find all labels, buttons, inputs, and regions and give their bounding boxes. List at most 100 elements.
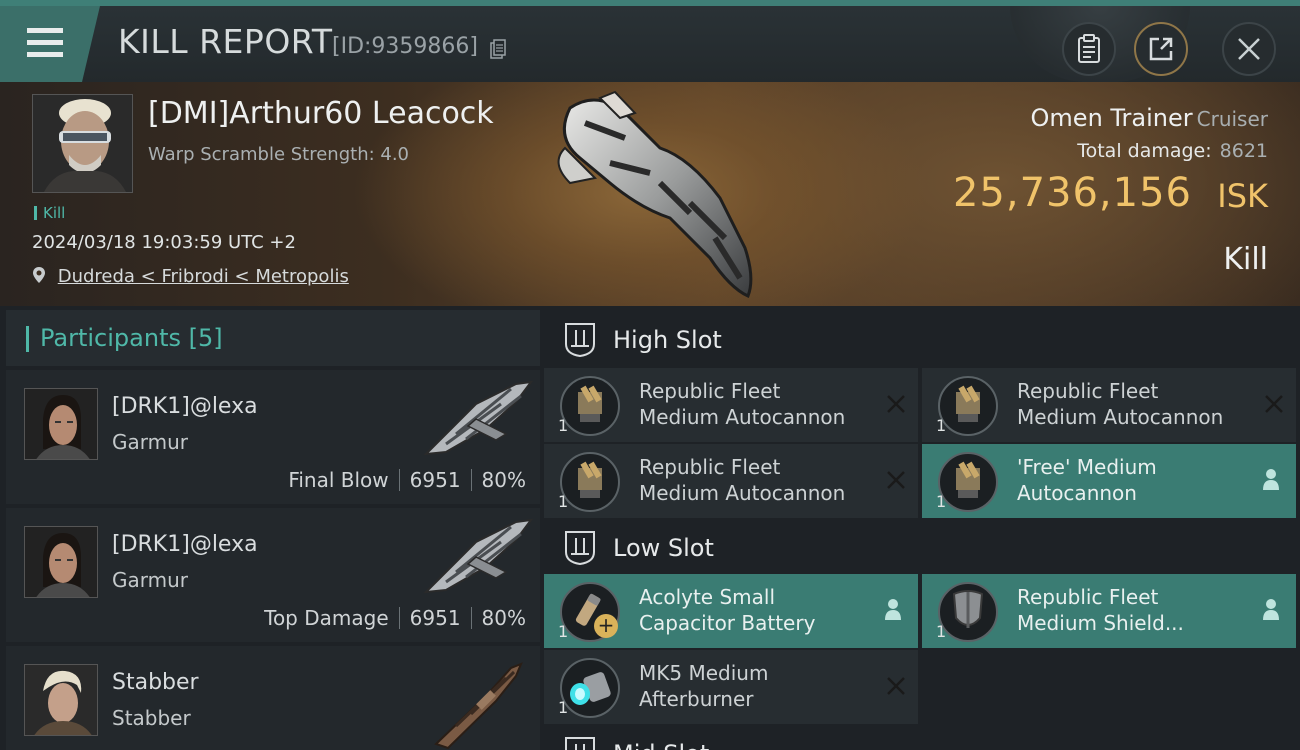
close-button[interactable] [1222,22,1276,76]
participant-row[interactable]: [DRK1]@lexa Garmur Top Damage 6951 80% [6,508,540,642]
module-tile[interactable]: 1 MK5 Medium Afterburner [544,650,918,724]
close-icon [1238,38,1260,60]
low-slot-icon [565,531,595,566]
participant-damage: 6951 [409,606,461,630]
report-button[interactable] [1062,22,1116,76]
dropped-person-icon [885,599,901,620]
participants-title: Participants [5] [40,324,223,352]
header-bar: KILL REPORT [ID:9359866] [0,0,1300,82]
destroyed-x-icon [887,395,905,413]
kill-type-tag: Kill [34,204,65,222]
module-name: Acolyte Small Capacitor Battery [639,585,816,635]
participant-percent: 80% [481,606,526,630]
copy-icon[interactable] [490,39,506,59]
clipboard-icon [1078,34,1100,63]
autocannon-icon [938,452,998,512]
high-slot-title: High Slot [613,326,722,354]
share-icon [1149,37,1173,61]
kill-id: [ID:9359866] [332,34,478,59]
total-damage-value: 8621 [1219,140,1268,162]
module-quantity: 1 [558,416,569,435]
module-name: Republic Fleet Medium Shield... [1017,585,1184,635]
participant-row[interactable]: Stabber Stabber [6,646,540,750]
participant-damage: 6951 [409,468,461,492]
autocannon-icon [560,452,620,512]
module-quantity: 1 [936,622,947,641]
module-name: MK5 Medium Afterburner [639,661,769,711]
dropped-person-icon [1263,469,1279,490]
participant-ship-image [423,380,534,456]
victim-name[interactable]: [DMI]Arthur60 Leacock [148,96,494,131]
victim-portrait[interactable] [32,94,133,193]
kill-result: Kill [1223,242,1268,277]
participant-percent: 80% [481,468,526,492]
participants-header: Participants [5] [6,310,540,366]
isk-unit: ISK [1217,177,1268,215]
participants-label: Participants [40,324,181,352]
participant-ship: Garmur [112,430,189,454]
module-name: 'Free' Medium Autocannon [1017,455,1157,505]
participant-avatar [24,526,98,598]
victim-ship[interactable]: Omen Trainer Cruiser [1031,104,1268,132]
participant-role: Top Damage [264,606,389,630]
participant-ship: Garmur [112,568,189,592]
participant-name: Stabber [112,670,199,695]
participant-role: Final Blow [288,468,389,492]
participant-row[interactable]: [DRK1]@lexa Garmur Final Blow 6951 80% [6,370,540,504]
module-tile[interactable]: 1 'Free' Medium Autocannon [922,444,1296,518]
menu-button[interactable] [0,6,100,82]
participant-name: [DRK1]@lexa [112,394,258,419]
module-quantity: 1 [936,416,947,435]
module-name: Republic Fleet Medium Autocannon [1017,379,1224,429]
victim-ship-name: Omen Trainer [1030,104,1193,132]
kill-location[interactable]: Dudreda < Fribrodi < Metropolis [32,266,349,287]
participants-count: [5] [188,324,223,352]
total-damage-label: Total damage: [1077,140,1212,162]
participants-panel: Participants [5] [DRK1]@lexa Garmur Fina… [6,310,540,750]
fitting-panel: High Slot 1 Republic Fleet Medium Autocan… [544,310,1300,750]
high-slot-icon [565,323,595,358]
participant-ship: Stabber [112,706,191,730]
autocannon-icon [560,376,620,436]
location-pin-icon [33,267,45,283]
low-slot-header: Low Slot [544,524,1300,580]
module-quantity: 1 [558,622,569,641]
participant-avatar [24,664,98,736]
module-tile[interactable]: + 1 Acolyte Small Capacitor Battery [544,574,918,648]
autocannon-icon [938,376,998,436]
victim-portrait-image [33,95,132,192]
shield-module-icon [938,582,998,642]
participant-avatar [24,388,98,460]
location-link[interactable]: Dudreda < Fribrodi < Metropolis [58,266,349,287]
module-tile[interactable]: 1 Republic Fleet Medium Autocannon [544,444,918,518]
participant-stats: Top Damage 6951 80% [264,606,526,630]
participant-ship-image [423,518,534,594]
share-button[interactable] [1134,22,1188,76]
mid-slot-icon [565,737,595,750]
dropped-person-icon [1263,599,1279,620]
participant-name: [DRK1]@lexa [112,532,258,557]
participants-header-bar [26,326,29,352]
page-title: KILL REPORT [118,22,333,61]
afterburner-icon [560,658,620,718]
module-name: Republic Fleet Medium Autocannon [639,379,846,429]
isk-value: 25,736,156 [952,170,1192,216]
module-tile[interactable]: 1 Republic Fleet Medium Autocannon [922,368,1296,442]
hamburger-menu-icon [27,28,63,58]
victim-banner: [DMI]Arthur60 Leacock Warp Scramble Stre… [0,82,1300,306]
plus-badge-icon: + [594,614,618,638]
victim-ship-image [557,90,753,299]
high-slot-header: High Slot [544,316,1300,372]
module-tile[interactable]: 1 Republic Fleet Medium Autocannon [544,368,918,442]
warp-scramble-strength: Warp Scramble Strength: 4.0 [148,144,410,165]
module-quantity: 1 [558,492,569,511]
module-quantity: 1 [936,492,947,511]
victim-ship-class: Cruiser [1196,107,1268,131]
mid-slot-header: Mid Slot [544,730,1300,750]
mid-slot-title: Mid Slot [613,740,709,750]
module-tile[interactable]: 1 Republic Fleet Medium Shield... [922,574,1296,648]
kill-datetime: 2024/03/18 19:03:59 UTC +2 [32,232,296,253]
module-quantity: 1 [558,698,569,717]
low-slot-title: Low Slot [613,534,714,562]
destroyed-x-icon [887,677,905,695]
